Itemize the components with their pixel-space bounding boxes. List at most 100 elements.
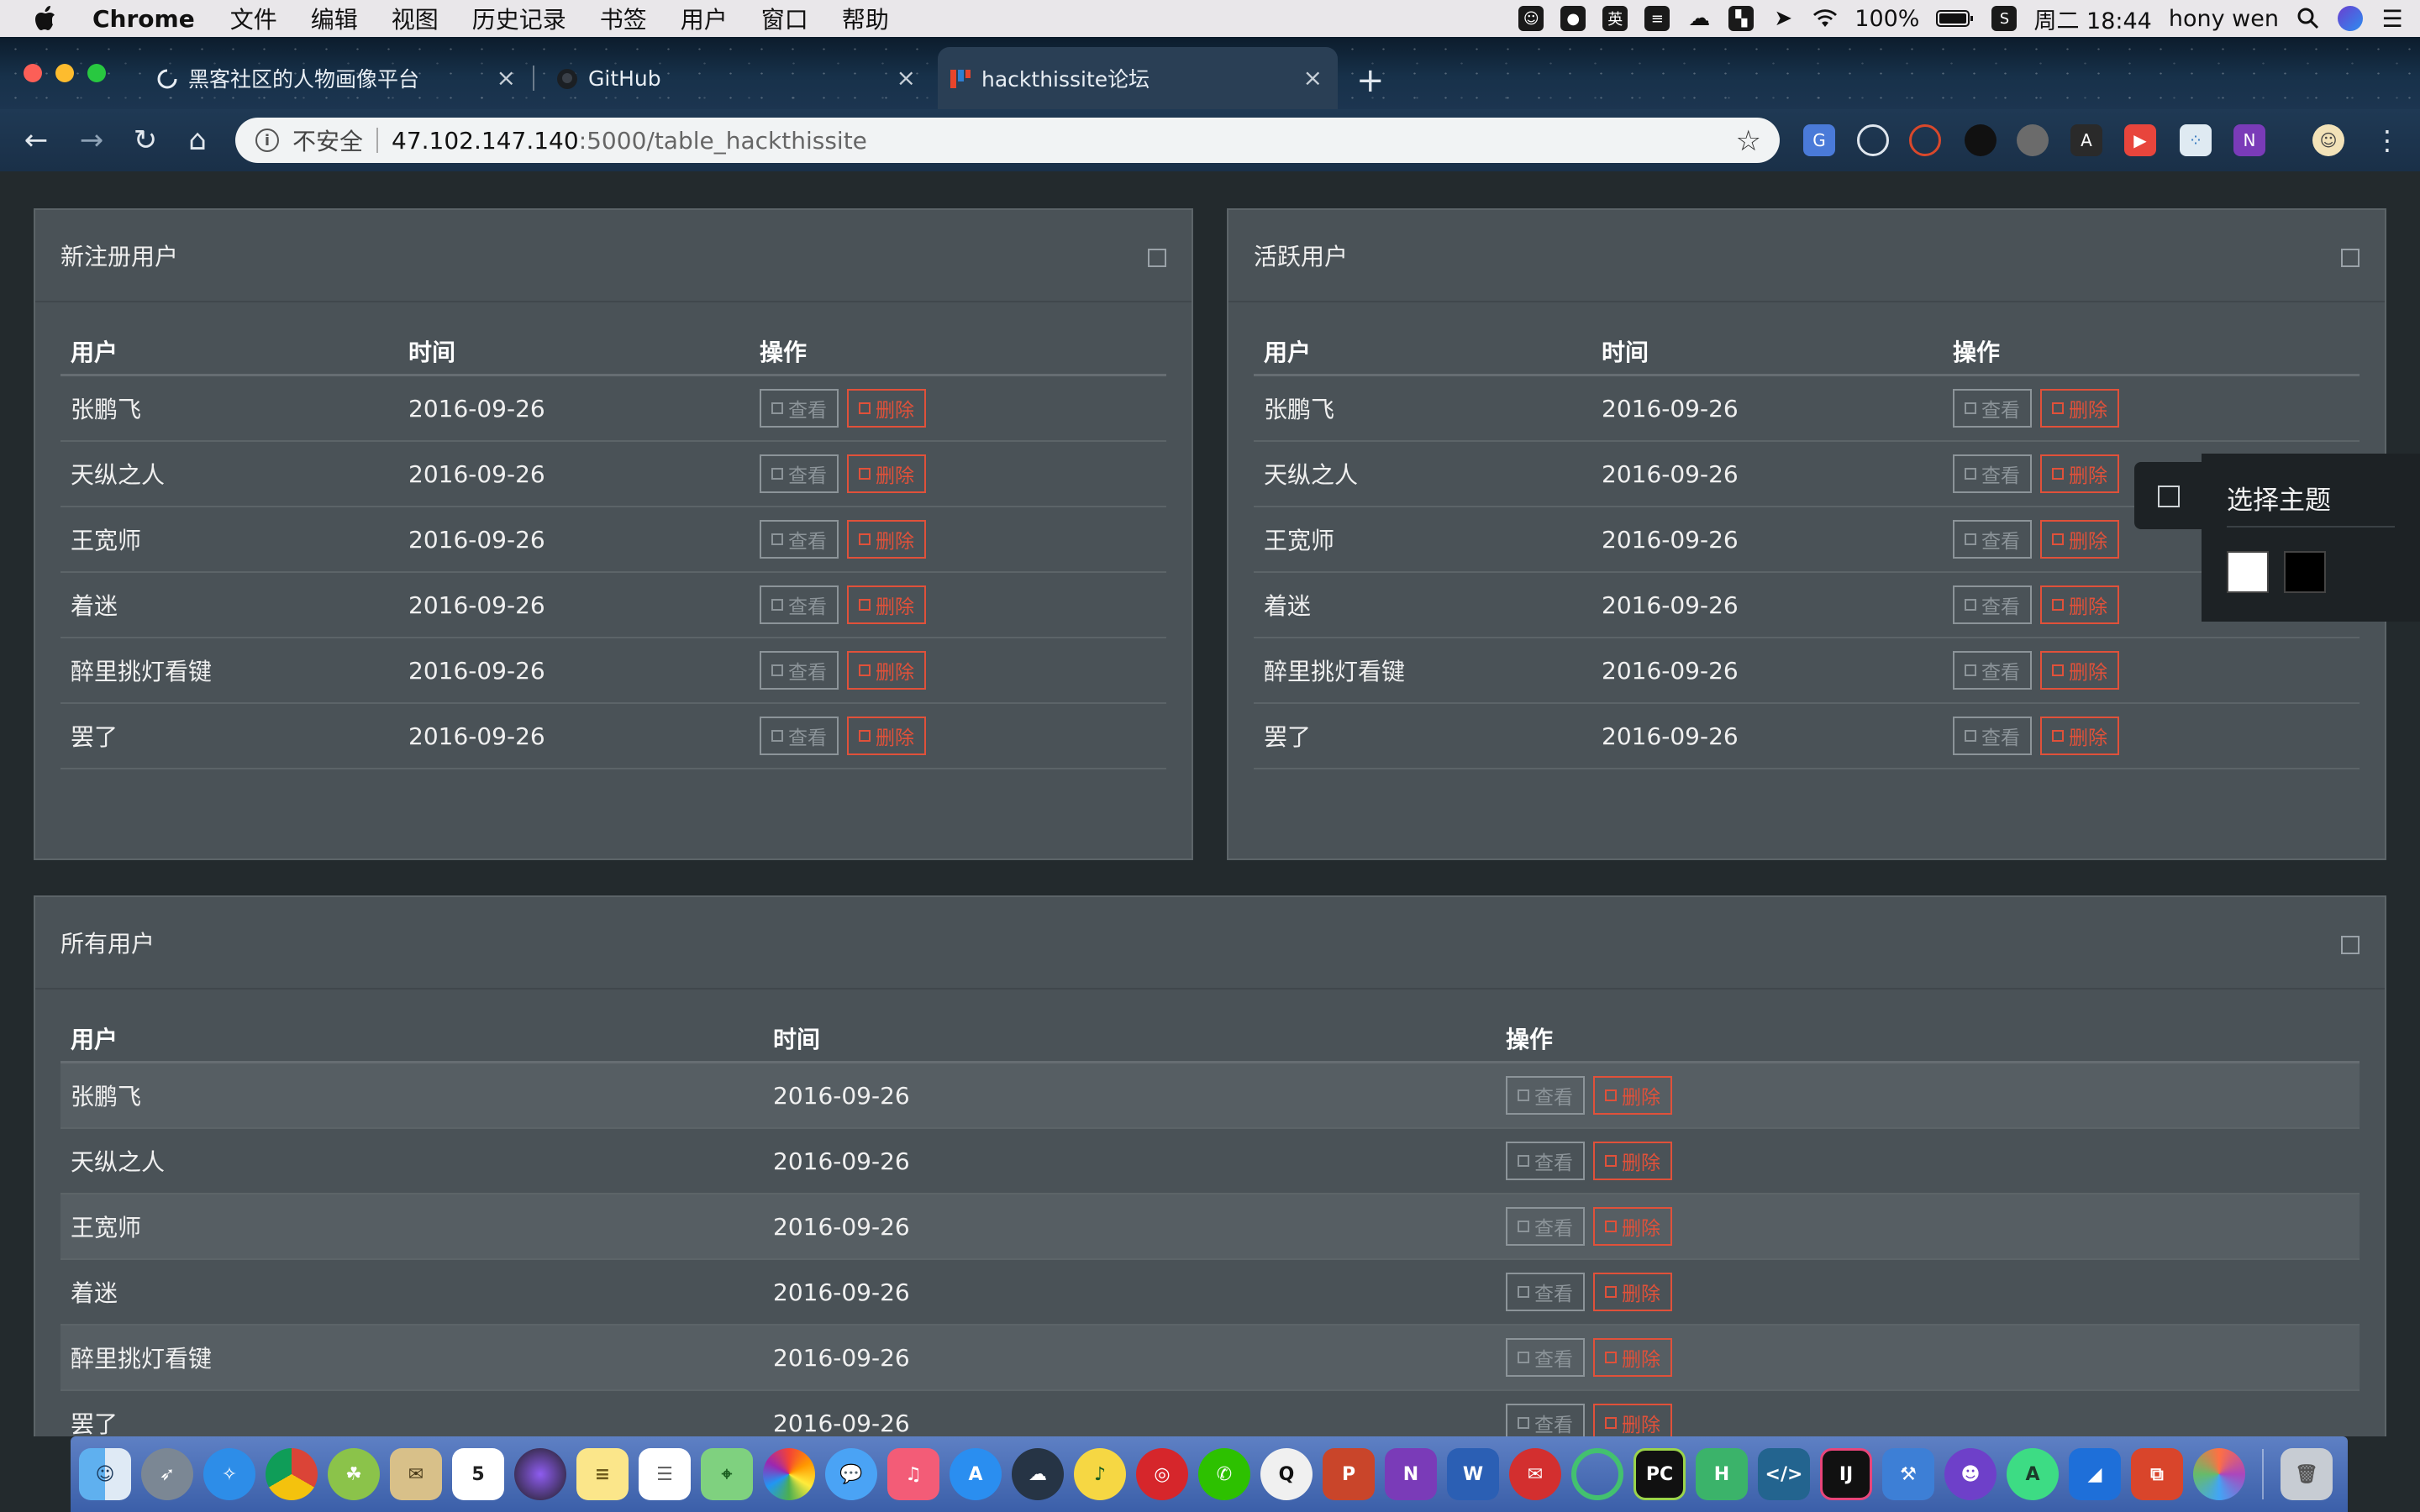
forward-icon[interactable]: → [76,124,108,156]
view-button[interactable]: 查看 [1953,520,2032,559]
ring-app-icon[interactable] [1571,1448,1623,1500]
light-theme-swatch[interactable] [2227,551,2269,593]
view-button[interactable]: 查看 [760,520,839,559]
dark-theme-swatch[interactable] [2284,551,2326,593]
extension-dots-icon[interactable]: ⁘ [2180,124,2212,156]
user-name[interactable]: hony wen [2169,6,2279,32]
word-icon[interactable]: W [1447,1448,1499,1500]
url-path[interactable]: :5000/table_hackthissite [579,127,867,155]
input-method-icon[interactable]: 英 [1602,6,1628,31]
app-name[interactable]: Chrome [71,5,213,33]
trash-icon[interactable]: 🗑 [2281,1448,2333,1500]
xcode-icon[interactable]: ⚒ [1882,1448,1934,1500]
extension-black-icon[interactable] [1965,124,1996,156]
wifi-icon[interactable] [1812,6,1838,31]
delete-button[interactable]: 删除 [1593,1142,1672,1180]
tab-2[interactable]: hackthissite论坛 × [938,47,1338,109]
profile-avatar[interactable]: ☺ [2312,124,2344,156]
panel-collapse-icon[interactable] [2341,249,2360,267]
menu-view[interactable]: 视图 [375,2,455,35]
mail-stamp-icon[interactable]: ✉ [390,1448,442,1500]
wireshark-icon[interactable]: ◢ [2069,1448,2121,1500]
qq-icon[interactable]: Q [1260,1448,1313,1500]
cloud-icon[interactable]: ☁ [1686,6,1712,31]
extension-a-icon[interactable]: A [2070,124,2102,156]
view-button[interactable]: 查看 [1953,454,2032,493]
view-button[interactable]: 查看 [1506,1142,1585,1180]
app-store-icon[interactable]: A [950,1448,1002,1500]
hbuilder-icon[interactable]: H [1696,1448,1748,1500]
photos-icon[interactable] [763,1448,815,1500]
view-button[interactable]: 查看 [1953,717,2032,755]
close-window-button[interactable] [24,64,42,82]
music-icon[interactable]: ♫ [887,1448,939,1500]
view-button[interactable]: 查看 [1506,1076,1585,1115]
security-label[interactable]: 不安全 [292,123,363,157]
menu-window[interactable]: 窗口 [744,2,825,35]
view-button[interactable]: 查看 [1506,1273,1585,1311]
github-desktop-icon[interactable]: ☻ [1944,1448,1996,1500]
parallels-icon[interactable]: ⧉ [2131,1448,2183,1500]
menu-file[interactable]: 文件 [213,2,294,35]
notes-icon[interactable]: ≡ [576,1448,629,1500]
site-info-icon[interactable]: i [255,129,279,152]
reminders-icon[interactable]: ☰ [639,1448,691,1500]
battery-icon[interactable] [1936,6,1975,31]
delete-button[interactable]: 删除 [847,717,926,755]
close-tab-icon[interactable]: × [497,64,516,92]
view-button[interactable]: 查看 [1953,389,2032,428]
theme-picker-toggle[interactable] [2134,462,2205,529]
send-icon[interactable]: ➤ [1770,6,1796,31]
minimize-window-button[interactable] [55,64,74,82]
finder-icon[interactable]: ☺ [79,1448,131,1500]
delete-button[interactable]: 删除 [2040,717,2119,755]
extension-shield-icon[interactable] [2017,124,2049,156]
back-icon[interactable]: ← [20,124,52,156]
view-button[interactable]: 查看 [760,454,839,493]
delete-button[interactable]: 删除 [847,651,926,690]
view-button[interactable]: 查看 [760,717,839,755]
delete-button[interactable]: 删除 [2040,520,2119,559]
siri-icon[interactable] [2338,6,2363,31]
onenote-clipper-icon[interactable]: N [2233,124,2265,156]
url-host[interactable]: 47.102.147.140 [392,127,579,155]
zoom-window-button[interactable] [87,64,106,82]
maps-icon[interactable]: ⌖ [701,1448,753,1500]
reload-icon[interactable]: ↻ [129,124,161,156]
delete-button[interactable]: 删除 [1593,1273,1672,1311]
launchpad-icon[interactable]: ➶ [141,1448,193,1500]
intellij-icon[interactable]: IJ [1820,1448,1872,1500]
delete-button[interactable]: 删除 [847,389,926,428]
calendar-icon[interactable]: 5 [452,1448,504,1500]
color-app-icon[interactable] [2193,1448,2245,1500]
onenote-icon[interactable]: N [1385,1448,1437,1500]
delete-button[interactable]: 删除 [1593,1404,1672,1436]
delete-button[interactable]: 删除 [1593,1076,1672,1115]
chrome-menu-icon[interactable]: ⋮ [2371,124,2403,156]
menu-edit[interactable]: 编辑 [294,2,375,35]
extension-red-icon[interactable] [1909,124,1941,156]
menu-help[interactable]: 帮助 [825,2,906,35]
status-app-icon[interactable]: ☺ [1518,6,1544,31]
close-tab-icon[interactable]: × [1303,64,1323,92]
google-translate-icon[interactable]: G [1803,124,1835,156]
safari-icon[interactable]: ✧ [203,1448,255,1500]
messages-icon[interactable]: 💬 [825,1448,877,1500]
home-icon[interactable]: ⌂ [182,124,213,156]
delete-button[interactable]: 删除 [847,520,926,559]
delete-button[interactable]: 删除 [1593,1207,1672,1246]
clock[interactable]: 周二 18:44 [2033,3,2151,35]
view-button[interactable]: 查看 [760,585,839,624]
tab-0[interactable]: 黑客社区的人物画像平台 × [145,47,531,109]
powerpoint-icon[interactable]: P [1323,1448,1375,1500]
scrolling-app-icon[interactable]: S [1991,6,2018,31]
bookmark-star-icon[interactable]: ☆ [1736,124,1761,158]
view-button[interactable]: 查看 [1506,1338,1585,1377]
delete-button[interactable]: 删除 [847,454,926,493]
tab-1[interactable]: GitHub × [544,47,931,109]
view-button[interactable]: 查看 [1953,651,2032,690]
delete-button[interactable]: 删除 [2040,454,2119,493]
chrome-icon[interactable] [266,1448,318,1500]
apple-menu-icon[interactable] [20,0,71,37]
microphone-icon[interactable]: ● [1560,6,1586,31]
